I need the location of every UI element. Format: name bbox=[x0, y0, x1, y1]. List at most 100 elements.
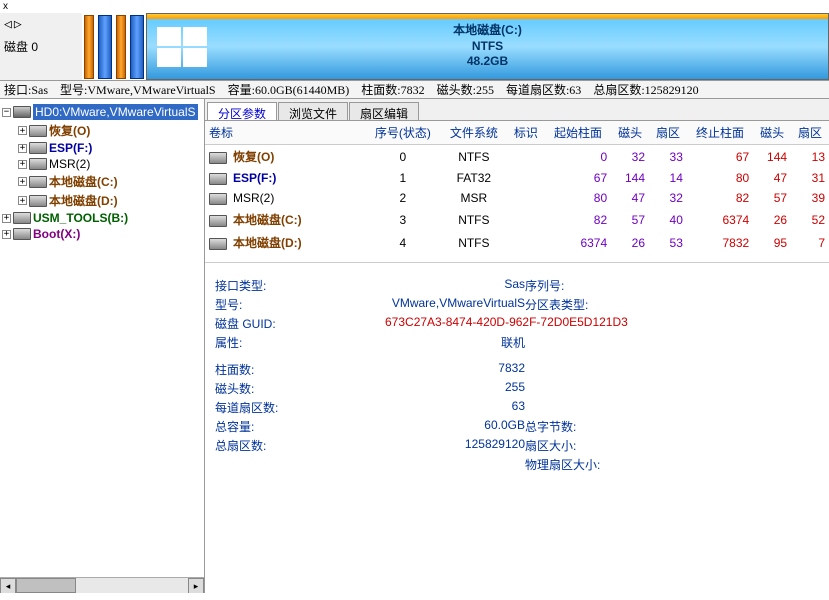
row-name: ESP(F:) bbox=[233, 171, 276, 185]
table-row[interactable]: 本地磁盘(C:)3NTFS82574063742652 bbox=[205, 208, 829, 231]
val-attr: 联机 bbox=[305, 334, 525, 351]
col-shead[interactable]: 磁头 bbox=[611, 121, 649, 145]
lbl-cyl: 柱面数: bbox=[215, 361, 305, 378]
selected-partition-banner[interactable]: 本地磁盘(C:) NTFS 48.2GB bbox=[146, 13, 829, 80]
row-scyl: 67 bbox=[545, 168, 611, 188]
col-ssec[interactable]: 扇区 bbox=[649, 121, 687, 145]
tree-label: 恢复(O) bbox=[49, 122, 90, 139]
disk-overview-bars[interactable] bbox=[82, 13, 146, 81]
partition-table[interactable]: 卷标 序号(状态) 文件系统 标识 起始柱面 磁头 扇区 终止柱面 磁头 扇区 … bbox=[205, 121, 829, 254]
val-heads: 255 bbox=[305, 380, 525, 397]
col-fs[interactable]: 文件系统 bbox=[441, 121, 507, 145]
info-cylinders: 柱面数:7832 bbox=[361, 81, 424, 98]
row-name: 本地磁盘(D:) bbox=[233, 236, 302, 250]
partition-bar[interactable] bbox=[84, 15, 94, 79]
col-scyl[interactable]: 起始柱面 bbox=[545, 121, 611, 145]
expand-icon[interactable]: + bbox=[18, 196, 27, 205]
table-row[interactable]: MSR(2)2MSR804732825739 bbox=[205, 188, 829, 208]
expand-icon[interactable]: + bbox=[18, 177, 27, 186]
disk-tree[interactable]: − HD0:VMware,VMwareVirtualS + 恢复(O) + ESP(F… bbox=[0, 99, 205, 593]
row-esec: 7 bbox=[791, 231, 829, 254]
col-ecyl[interactable]: 终止柱面 bbox=[687, 121, 753, 145]
col-seq[interactable]: 序号(状态) bbox=[365, 121, 441, 145]
scroll-thumb[interactable] bbox=[16, 578, 76, 593]
row-fs: NTFS bbox=[441, 231, 507, 254]
row-fs: NTFS bbox=[441, 145, 507, 169]
drive-icon bbox=[29, 158, 47, 170]
tree-partition[interactable]: +本地磁盘(C:) bbox=[2, 172, 202, 191]
hdd-icon bbox=[13, 106, 31, 118]
row-scyl: 80 bbox=[545, 188, 611, 208]
row-ehead: 144 bbox=[753, 145, 791, 169]
collapse-icon[interactable]: − bbox=[2, 108, 11, 117]
tree-usm[interactable]: + USM_TOOLS(B:) bbox=[2, 210, 202, 226]
row-shead: 26 bbox=[611, 231, 649, 254]
tab-browse-files[interactable]: 浏览文件 bbox=[278, 102, 348, 120]
scroll-left-icon[interactable]: ◂ bbox=[0, 578, 16, 593]
table-row[interactable]: 恢复(O)0NTFS032336714413 bbox=[205, 145, 829, 169]
lbl-physec: 物理扇区大小: bbox=[525, 456, 625, 473]
tree-partition[interactable]: + 恢复(O) bbox=[2, 121, 202, 140]
row-ehead: 26 bbox=[753, 208, 791, 231]
row-ecyl: 67 bbox=[687, 145, 753, 169]
tree-label: ESP(F:) bbox=[49, 141, 92, 155]
disk-info-bar: 接口:Sas 型号:VMware,VMwareVirtualS 容量:60.0G… bbox=[0, 81, 829, 99]
lbl-serial: 序列号: bbox=[525, 277, 625, 294]
table-row[interactable]: 本地磁盘(D:)4NTFS637426537832957 bbox=[205, 231, 829, 254]
nav-back-icon[interactable]: ◁ bbox=[4, 17, 12, 32]
row-scyl: 0 bbox=[545, 145, 611, 169]
tree-partition[interactable]: + MSR(2) bbox=[2, 156, 202, 172]
expand-icon[interactable]: + bbox=[18, 144, 27, 153]
partition-bar[interactable] bbox=[116, 15, 126, 79]
expand-icon[interactable]: + bbox=[18, 126, 27, 135]
col-ehead[interactable]: 磁头 bbox=[753, 121, 791, 145]
close-x[interactable]: x bbox=[0, 0, 829, 13]
info-model: 型号:VMware,VMwareVirtualS bbox=[60, 81, 216, 98]
val-model: VMware,VMwareVirtualS bbox=[305, 296, 525, 313]
drive-icon bbox=[209, 238, 227, 250]
lbl-secsize: 扇区大小: bbox=[525, 437, 625, 454]
row-shead: 47 bbox=[611, 188, 649, 208]
tree-h-scrollbar[interactable]: ◂ ▸ bbox=[0, 577, 204, 593]
table-row[interactable]: ESP(F:)1FAT326714414804731 bbox=[205, 168, 829, 188]
tab-sector-edit[interactable]: 扇区编辑 bbox=[349, 102, 419, 120]
tab-partition-params[interactable]: 分区参数 bbox=[207, 102, 277, 120]
partition-bar[interactable] bbox=[98, 15, 112, 79]
nav-forward-icon[interactable]: ▷ bbox=[14, 17, 22, 32]
tree-partition[interactable]: + ESP(F:) bbox=[2, 140, 202, 156]
row-flag bbox=[507, 208, 545, 231]
col-label[interactable]: 卷标 bbox=[205, 121, 365, 145]
expand-icon[interactable]: + bbox=[2, 214, 11, 223]
lbl-totsec: 总扇区数: bbox=[215, 437, 305, 454]
lbl-heads: 磁头数: bbox=[215, 380, 305, 397]
lbl-attr: 属性: bbox=[215, 334, 305, 351]
val-totsec: 125829120 bbox=[305, 437, 525, 454]
tree-label: MSR(2) bbox=[49, 157, 90, 171]
drive-icon bbox=[29, 142, 47, 154]
row-seq: 4 bbox=[365, 231, 441, 254]
tree-root[interactable]: − HD0:VMware,VMwareVirtualS bbox=[2, 103, 202, 121]
row-ehead: 47 bbox=[753, 168, 791, 188]
tab-bar: 分区参数 浏览文件 扇区编辑 bbox=[205, 99, 829, 121]
tree-partition[interactable]: +本地磁盘(D:) bbox=[2, 191, 202, 210]
row-shead: 144 bbox=[611, 168, 649, 188]
expand-icon[interactable]: + bbox=[18, 160, 27, 169]
banner-size: 48.2GB bbox=[147, 54, 828, 70]
lbl-bytes: 总字节数: bbox=[525, 418, 625, 435]
lbl-pttype: 分区表类型: bbox=[525, 296, 625, 313]
row-name: 本地磁盘(C:) bbox=[233, 213, 302, 227]
banner-fs: NTFS bbox=[147, 39, 828, 55]
row-seq: 2 bbox=[365, 188, 441, 208]
scroll-right-icon[interactable]: ▸ bbox=[188, 578, 204, 593]
lbl-interface: 接口类型: bbox=[215, 277, 305, 294]
val-cap: 60.0GB bbox=[305, 418, 525, 435]
partition-bar[interactable] bbox=[130, 15, 144, 79]
col-flag[interactable]: 标识 bbox=[507, 121, 545, 145]
tree-boot[interactable]: + Boot(X:) bbox=[2, 226, 202, 242]
info-spt: 每道扇区数:63 bbox=[506, 81, 581, 98]
row-ecyl: 80 bbox=[687, 168, 753, 188]
row-esec: 13 bbox=[791, 145, 829, 169]
col-esec[interactable]: 扇区 bbox=[791, 121, 829, 145]
info-heads: 磁头数:255 bbox=[437, 81, 494, 98]
expand-icon[interactable]: + bbox=[2, 230, 11, 239]
